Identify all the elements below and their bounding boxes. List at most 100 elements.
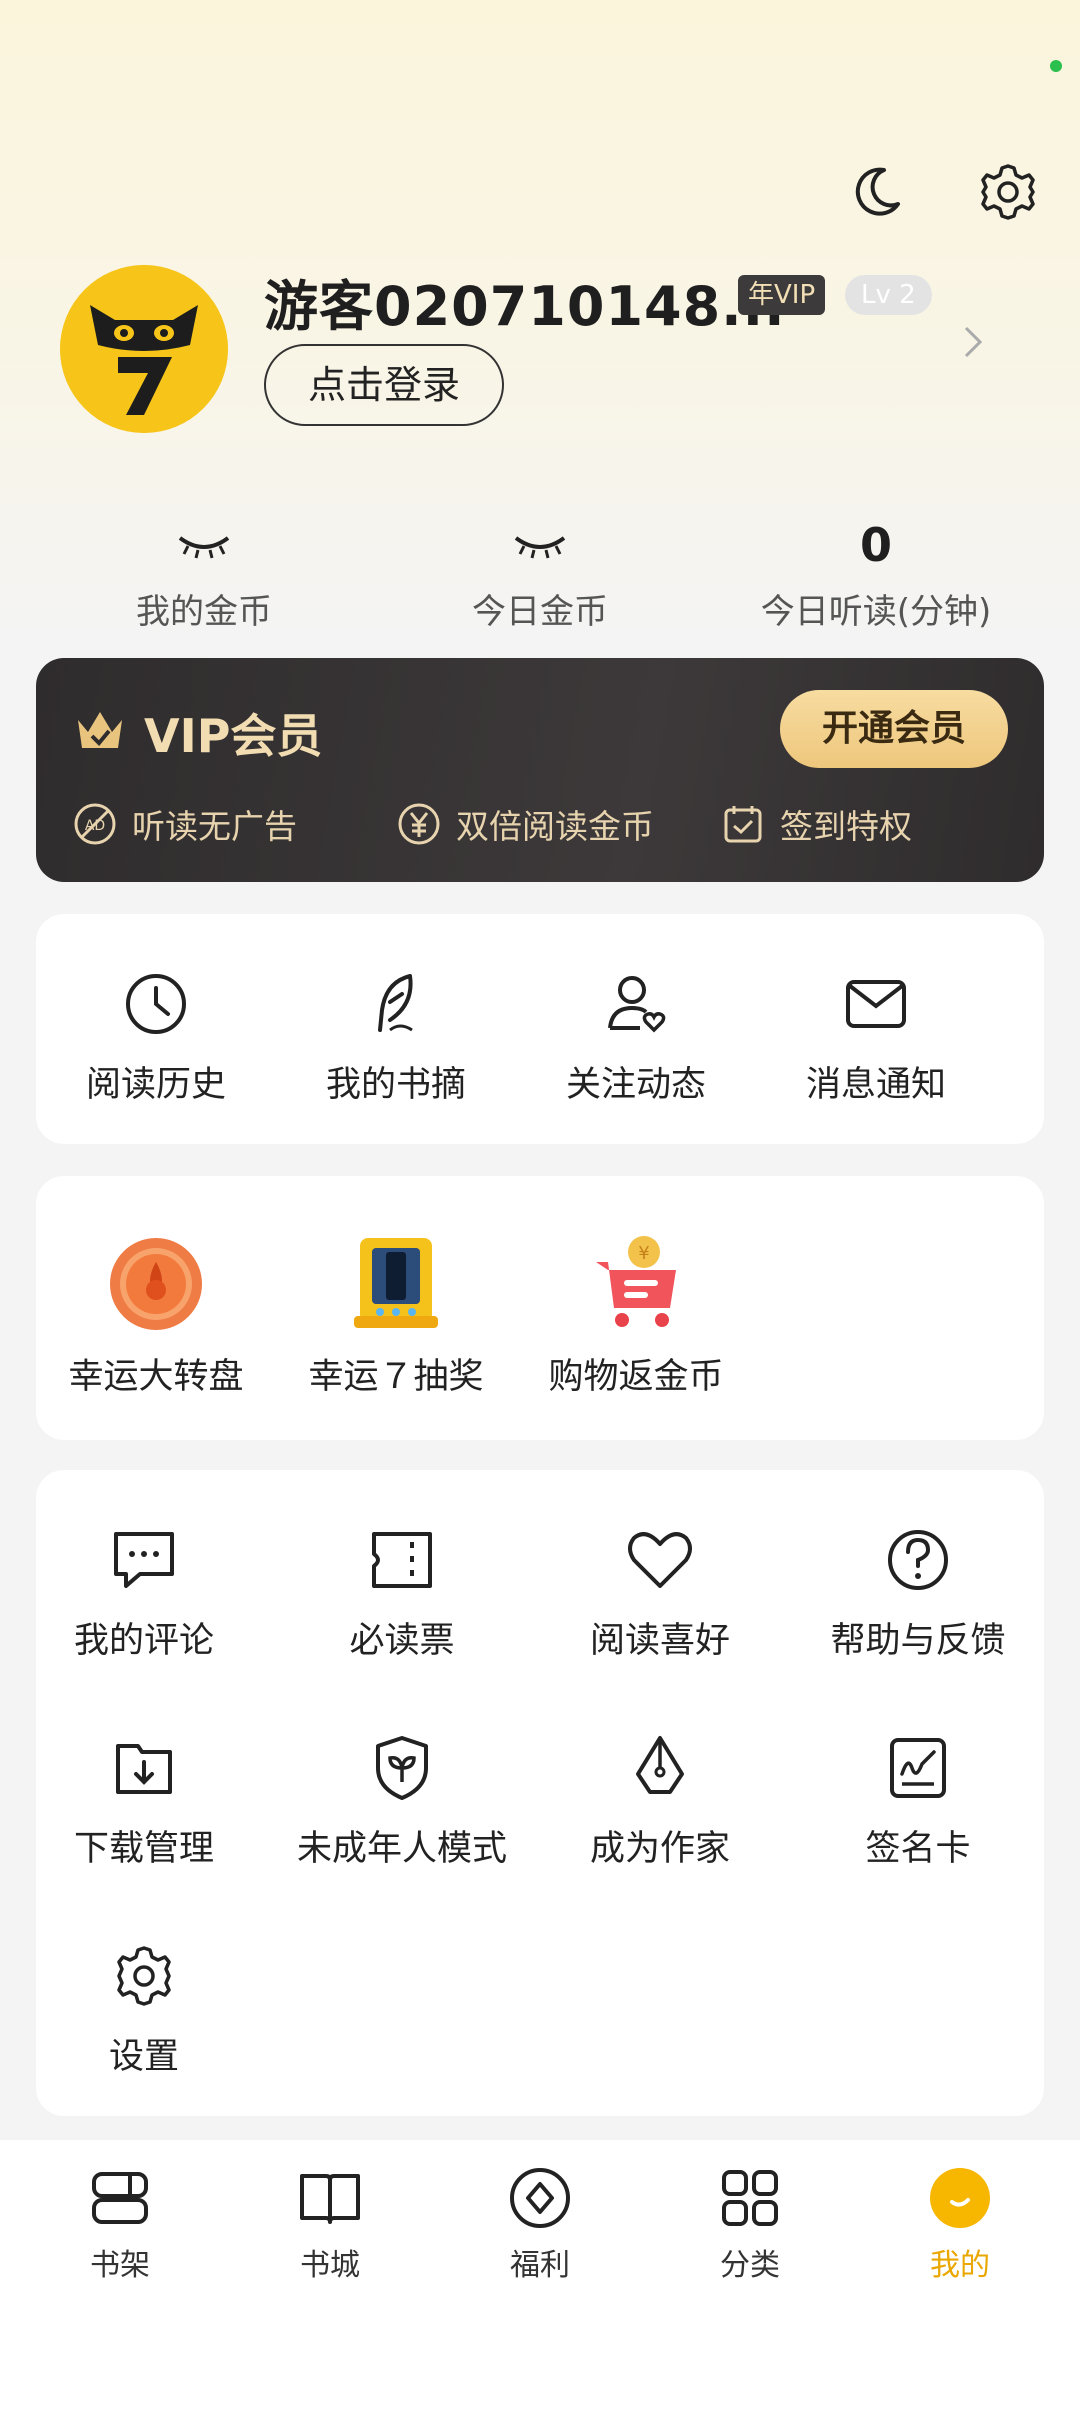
svg-text:¥: ¥ [638, 1243, 649, 1264]
yuan-icon [398, 803, 440, 845]
vip-title: VIP会员 [144, 709, 323, 763]
chevron-right-icon[interactable] [958, 322, 988, 362]
tool-label: 帮助与反馈 [830, 1621, 1006, 1661]
tool-label: 必读票 [349, 1621, 455, 1661]
gift-circle-icon [510, 2168, 570, 2228]
tab-category[interactable]: 分类 [642, 2164, 858, 2284]
stat-my-coins[interactable]: 我的金币 [54, 510, 354, 633]
lottery-machine-icon [344, 1232, 448, 1336]
mail-icon [836, 964, 916, 1044]
promo-lucky-wheel[interactable]: 幸运大转盘 [36, 1232, 276, 1399]
lucky-wheel-icon [104, 1232, 208, 1336]
promo-shopping-coins[interactable]: ¥ 购物返金币 [516, 1232, 756, 1399]
vip-perk-double-coins[interactable]: 双倍阅读金币 [396, 798, 654, 850]
promo-label: 幸运大转盘 [68, 1357, 244, 1397]
promotions-card: 幸运大转盘 幸运７抽奖 ¥ 购物返金币 [36, 1176, 1044, 1440]
vip-card[interactable]: VIP会员 开通会员 AD 听读无广告 双倍阅读金币 签到特权 [36, 658, 1044, 882]
menu-label: 我的书摘 [325, 1065, 466, 1105]
tab-label: 书城 [300, 2248, 360, 2283]
gear-icon [104, 1936, 184, 2016]
tool-settings[interactable]: 设置 [24, 1936, 264, 2079]
shopping-cart-icon: ¥ [584, 1232, 688, 1336]
question-icon [878, 1520, 958, 1600]
menu-label: 阅读历史 [85, 1065, 226, 1105]
grid-icon [722, 2170, 778, 2226]
vip-perk-checkin[interactable]: 签到特权 [720, 798, 912, 850]
gear-icon[interactable] [976, 160, 1040, 224]
tool-must-read-ticket[interactable]: 必读票 [282, 1520, 522, 1663]
feather-icon [356, 964, 436, 1044]
svg-text:AD: AD [85, 818, 105, 834]
tool-label: 签名卡 [865, 1829, 971, 1869]
tab-mine[interactable]: 我的 [852, 2164, 1068, 2284]
menu-label: 消息通知 [805, 1065, 946, 1105]
stat-label: 今日金币 [472, 592, 608, 632]
tab-bookstore[interactable]: 书城 [222, 2164, 438, 2284]
promo-label: 幸运７抽奖 [308, 1357, 484, 1397]
menu-reading-history[interactable]: 阅读历史 [36, 964, 276, 1107]
login-button[interactable]: 点击登录 [264, 344, 504, 426]
tool-signature-card[interactable]: 签名卡 [798, 1728, 1038, 1871]
tools-card: 我的评论 必读票 阅读喜好 帮助与反馈 下载管理 未成年人模式 成为作家 签名卡… [36, 1470, 1044, 2116]
smile-avatar-icon [930, 2168, 990, 2228]
download-icon [104, 1728, 184, 1808]
quick-menu-card: 阅读历史 我的书摘 关注动态 消息通知 [36, 914, 1044, 1144]
tool-label: 阅读喜好 [589, 1621, 730, 1661]
menu-excerpts[interactable]: 我的书摘 [276, 964, 516, 1107]
ticket-icon [362, 1520, 442, 1600]
shield-leaf-icon [362, 1728, 442, 1808]
user-heart-icon [596, 964, 676, 1044]
no-ads-icon: AD [74, 803, 116, 845]
menu-follow-updates[interactable]: 关注动态 [516, 964, 756, 1107]
tab-welfare[interactable]: 福利 [432, 2164, 648, 2284]
stat-label: 我的金币 [136, 592, 272, 632]
closed-eye-icon[interactable] [54, 510, 354, 580]
vip-badge[interactable]: 年VIP [738, 275, 826, 315]
tool-label: 我的评论 [73, 1621, 214, 1661]
stat-value: 0 [859, 518, 892, 572]
calendar-check-icon [724, 806, 762, 843]
signature-icon [878, 1728, 958, 1808]
vip-perk-no-ads[interactable]: AD 听读无广告 [72, 798, 297, 850]
open-vip-button[interactable]: 开通会员 [780, 690, 1008, 768]
clock-icon [116, 964, 196, 1044]
tool-become-writer[interactable]: 成为作家 [540, 1728, 780, 1871]
vip-perk-label: 签到特权 [780, 807, 912, 846]
heart-icon [620, 1520, 700, 1600]
menu-notifications[interactable]: 消息通知 [756, 964, 996, 1107]
tool-my-comments[interactable]: 我的评论 [24, 1520, 264, 1663]
username[interactable]: 游客020710148... [264, 262, 786, 341]
tool-download-manager[interactable]: 下载管理 [24, 1728, 264, 1871]
promo-lucky-seven[interactable]: 幸运７抽奖 [276, 1232, 516, 1399]
closed-eye-icon[interactable] [390, 510, 690, 580]
tool-label: 设置 [108, 2037, 179, 2077]
promo-label: 购物返金币 [548, 1357, 724, 1397]
tool-help-feedback[interactable]: 帮助与反馈 [798, 1520, 1038, 1663]
system-home-area [0, 2308, 1080, 2412]
vip-perk-label: 双倍阅读金币 [456, 807, 654, 846]
tool-label: 成为作家 [589, 1829, 730, 1869]
tool-teen-mode[interactable]: 未成年人模式 [282, 1728, 522, 1871]
tab-label: 福利 [510, 2248, 570, 2283]
status-indicator-dot [1050, 60, 1062, 72]
tool-reading-preference[interactable]: 阅读喜好 [540, 1520, 780, 1663]
menu-label: 关注动态 [565, 1065, 706, 1105]
bottom-navigation: 书架 书城 福利 分类 我的 [0, 2140, 1080, 2308]
comment-icon [104, 1520, 184, 1600]
vip-perk-label: 听读无广告 [132, 807, 297, 846]
avatar[interactable] [60, 265, 228, 433]
tool-label: 未成年人模式 [296, 1829, 507, 1869]
stat-today-coins[interactable]: 今日金币 [390, 510, 690, 633]
crown-icon [78, 712, 122, 748]
tab-bookshelf[interactable]: 书架 [12, 2164, 228, 2284]
tab-label: 我的 [930, 2248, 990, 2283]
level-badge[interactable]: Lv 2 [845, 275, 932, 315]
bookshelf-icon [92, 2172, 148, 2224]
stats-row: 我的金币 今日金币 0 今日听读(分钟) [0, 510, 1080, 640]
stat-label: 今日听读(分钟) [760, 592, 992, 632]
tab-label: 书架 [90, 2248, 150, 2283]
tab-label: 分类 [720, 2248, 780, 2283]
stat-listen-minutes[interactable]: 0 今日听读(分钟) [726, 510, 1026, 633]
book-open-icon [300, 2174, 360, 2224]
moon-icon[interactable] [844, 160, 908, 224]
